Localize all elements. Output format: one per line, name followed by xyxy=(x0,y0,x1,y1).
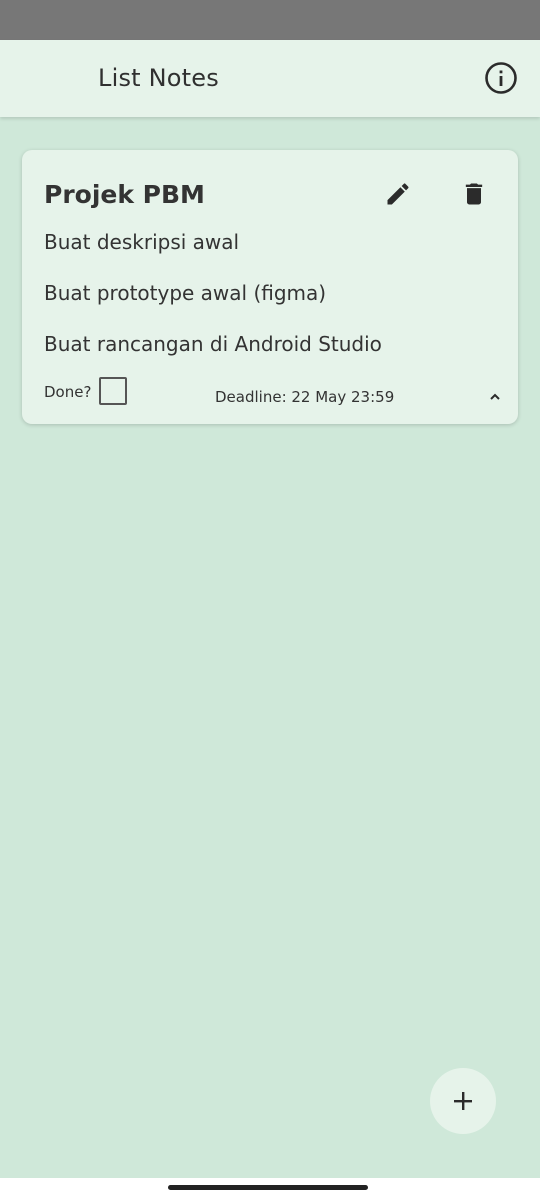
edit-note-button[interactable] xyxy=(382,178,414,210)
plus-icon xyxy=(454,1092,472,1110)
note-item: Buat deskripsi awal xyxy=(44,230,240,254)
info-icon xyxy=(485,62,517,94)
chevron-up-icon xyxy=(490,393,500,400)
info-button[interactable] xyxy=(483,60,519,96)
pencil-icon xyxy=(387,183,409,205)
add-note-button[interactable] xyxy=(430,1068,496,1134)
deadline-text: Deadline: 22 May 23:59 xyxy=(215,388,395,406)
delete-note-button[interactable] xyxy=(458,178,490,210)
note-title: Projek PBM xyxy=(44,180,205,209)
app-bar: List Notes xyxy=(0,40,540,117)
system-nav-bar xyxy=(0,1178,540,1200)
status-bar xyxy=(0,0,540,40)
collapse-button[interactable] xyxy=(484,386,506,408)
done-label: Done? xyxy=(44,383,92,401)
note-item: Buat prototype awal (figma) xyxy=(44,281,327,305)
home-indicator[interactable] xyxy=(168,1185,368,1190)
note-item: Buat rancangan di Android Studio xyxy=(44,332,382,356)
trash-icon xyxy=(465,183,483,205)
page-title: List Notes xyxy=(98,64,219,92)
note-card[interactable]: Projek PBM Buat deskripsi awal Buat prot… xyxy=(22,150,518,424)
done-checkbox[interactable] xyxy=(99,377,127,405)
